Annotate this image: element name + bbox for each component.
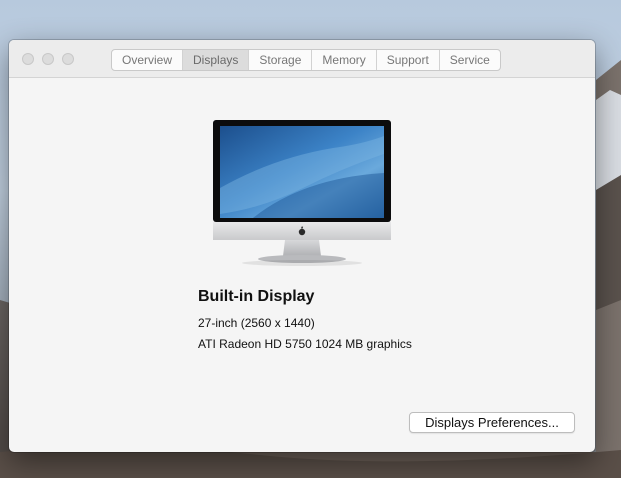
tab-displays[interactable]: Displays bbox=[183, 50, 250, 70]
title-bar: Overview Displays Storage Memory Support… bbox=[9, 40, 595, 78]
tab-overview[interactable]: Overview bbox=[112, 50, 184, 70]
about-this-mac-window: Overview Displays Storage Memory Support… bbox=[9, 40, 595, 452]
tab-storage[interactable]: Storage bbox=[249, 50, 313, 70]
minimize-button[interactable] bbox=[42, 53, 54, 65]
window-controls bbox=[22, 53, 74, 65]
imac-icon bbox=[213, 120, 391, 266]
tab-bar: Overview Displays Storage Memory Support… bbox=[111, 49, 501, 71]
tab-memory[interactable]: Memory bbox=[312, 50, 377, 70]
graphics-info: ATI Radeon HD 5750 1024 MB graphics bbox=[198, 337, 412, 351]
zoom-button[interactable] bbox=[62, 53, 74, 65]
tab-support[interactable]: Support bbox=[377, 50, 440, 70]
close-button[interactable] bbox=[22, 53, 34, 65]
display-size-resolution: 27-inch (2560 x 1440) bbox=[198, 316, 315, 330]
tab-service[interactable]: Service bbox=[440, 50, 500, 70]
displays-preferences-button[interactable]: Displays Preferences... bbox=[409, 412, 575, 433]
display-name: Built-in Display bbox=[198, 288, 315, 305]
